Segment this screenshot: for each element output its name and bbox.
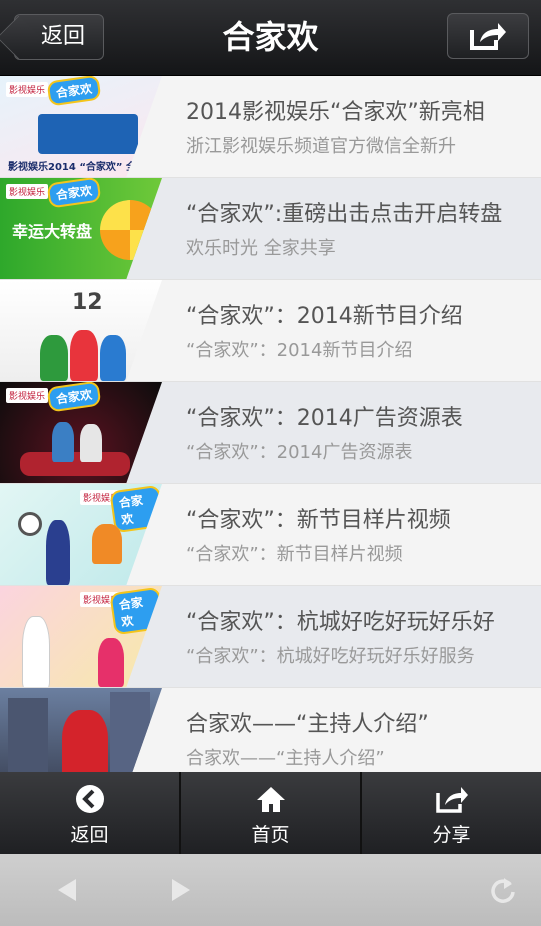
- browser-forward-icon[interactable]: [170, 877, 192, 903]
- show-logo: 合家欢: [109, 484, 162, 534]
- thumbnail-image: 影视娱乐 合家欢: [0, 484, 162, 585]
- list-item[interactable]: 12 “合家欢”：2014新节目介绍 “合家欢”：2014新节目介绍: [0, 280, 541, 382]
- refresh-icon[interactable]: [490, 876, 516, 904]
- thumbnail-image: 影视娱乐 合家欢 幸运大转盘: [0, 178, 162, 279]
- host-figure: [92, 524, 122, 564]
- item-title: “合家欢”：新节目样片视频: [186, 508, 451, 533]
- channel-badge: 影视娱乐: [6, 388, 49, 403]
- tab-home-label: 首页: [251, 824, 290, 846]
- item-title: “合家欢”：杭城好吃好玩好乐好: [186, 610, 495, 635]
- item-title: 合家欢——“主持人介绍”: [186, 712, 429, 737]
- tab-back[interactable]: 返回: [0, 772, 181, 854]
- sofa-shape: [20, 452, 130, 476]
- item-subtitle: 欢乐时光 全家共享: [186, 238, 336, 259]
- host-figure: [70, 330, 98, 381]
- browser-back-icon[interactable]: [56, 877, 78, 903]
- list-item[interactable]: 影视娱乐 合家欢 “合家欢”：新节目样片视频 “合家欢”：新节目样片视频: [0, 484, 541, 586]
- channel-badge: 影视娱乐: [6, 184, 49, 199]
- back-circle-icon: [0, 784, 179, 816]
- bottom-tab-bar: 返回 首页 分享: [0, 772, 541, 854]
- list-item[interactable]: 合家欢——“主持人介绍” 合家欢——“主持人介绍”: [0, 688, 541, 781]
- channel-badge: 影视娱乐: [6, 82, 49, 97]
- host-figure: [46, 520, 70, 585]
- show-logo: 合家欢: [46, 76, 102, 107]
- tab-home[interactable]: 首页: [181, 772, 362, 854]
- banner-shape: [38, 114, 138, 154]
- wheel-shape: [100, 200, 160, 260]
- show-logo: 合家欢: [46, 178, 102, 209]
- show-logo: 合家欢: [46, 382, 102, 413]
- home-icon: [181, 784, 360, 816]
- item-subtitle: “合家欢”：新节目样片视频: [186, 544, 403, 565]
- item-title: “合家欢”：2014新节目介绍: [186, 304, 463, 329]
- share-icon: [362, 784, 541, 816]
- item-subtitle: 浙江影视娱乐频道官方微信全新升: [186, 136, 456, 157]
- item-subtitle: “合家欢”：2014新节目介绍: [186, 340, 413, 361]
- list-item[interactable]: 影视娱乐 合家欢 “合家欢”：杭城好吃好玩好乐好 “合家欢”：杭城好吃好玩好乐好…: [0, 586, 541, 688]
- item-subtitle: 合家欢——“主持人介绍”: [186, 748, 385, 769]
- thumbnail-caption: 幸运大转盘: [12, 222, 93, 241]
- item-title: 2014影视娱乐“合家欢”新亮相: [186, 100, 485, 125]
- show-logo: 合家欢: [109, 586, 162, 636]
- host-figure: [22, 616, 50, 687]
- thumbnail-image: 12: [0, 280, 162, 381]
- list-item[interactable]: 影视娱乐 合家欢 幸运大转盘 “合家欢”:重磅出击点击开启转盘 欢乐时光 全家共…: [0, 178, 541, 280]
- host-figure: [100, 335, 126, 381]
- host-figure: [80, 424, 102, 462]
- host-figure: [52, 422, 74, 462]
- tab-share[interactable]: 分享: [362, 772, 541, 854]
- thumbnail-image: 影视娱乐 合家欢 影视娱乐2014 “合家欢” 全: [0, 76, 162, 177]
- item-subtitle: “合家欢”：2014广告资源表: [186, 442, 413, 463]
- share-button[interactable]: [447, 13, 529, 59]
- item-subtitle: “合家欢”：杭城好吃好玩好乐好服务: [186, 646, 475, 667]
- building-shape: [110, 692, 150, 780]
- item-title: “合家欢”：2014广告资源表: [186, 406, 463, 431]
- clock-number: 12: [72, 290, 103, 315]
- item-title: “合家欢”:重磅出击点击开启转盘: [186, 202, 503, 227]
- clock-icon: [18, 512, 42, 536]
- building-shape: [8, 698, 48, 778]
- list-item[interactable]: 影视娱乐 合家欢 “合家欢”：2014广告资源表 “合家欢”：2014广告资源表: [0, 382, 541, 484]
- thumbnail-image: 影视娱乐 合家欢: [0, 586, 162, 687]
- tab-back-label: 返回: [70, 824, 109, 846]
- tab-share-label: 分享: [432, 824, 471, 846]
- host-figure: [98, 638, 124, 687]
- thumbnail-image: [0, 688, 162, 780]
- browser-toolbar: [0, 854, 541, 926]
- host-figure: [62, 710, 108, 780]
- host-figure: [40, 335, 68, 381]
- top-nav-bar: 返回 合家欢: [0, 0, 541, 76]
- share-icon: [470, 23, 506, 50]
- thumbnail-image: 影视娱乐 合家欢: [0, 382, 162, 483]
- thumbnail-caption: 影视娱乐2014 “合家欢” 全: [8, 162, 136, 173]
- list-item[interactable]: 影视娱乐 合家欢 影视娱乐2014 “合家欢” 全 2014影视娱乐“合家欢”新…: [0, 76, 541, 178]
- article-list: 影视娱乐 合家欢 影视娱乐2014 “合家欢” 全 2014影视娱乐“合家欢”新…: [0, 76, 541, 781]
